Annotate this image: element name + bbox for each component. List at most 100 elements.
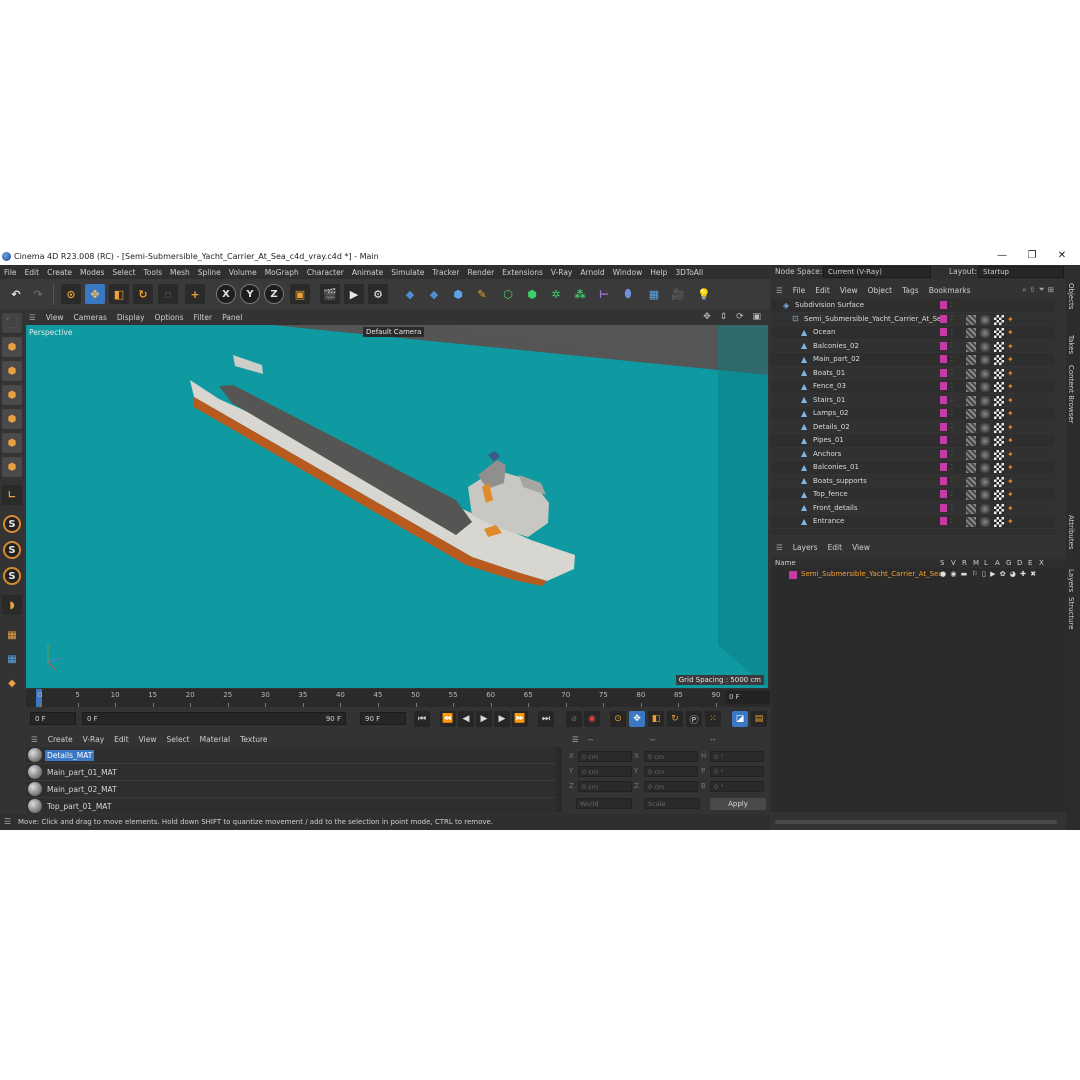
previous-key-icon[interactable]: ⏪	[440, 711, 456, 727]
go-to-start-icon[interactable]: ⏮	[414, 711, 430, 727]
viewport-navigation-icons[interactable]: ✥ ⇕ ⟳ ▣	[703, 312, 764, 322]
phong-tag-icon[interactable]: ✦	[1007, 436, 1017, 446]
layer-row[interactable]: Semi_Submersible_Yacht_Carrier_At_Sea ● ◉…	[771, 568, 1066, 582]
object-row[interactable]: ▲ Front_details ⁚ ✦	[771, 501, 1055, 515]
material-tag-icon[interactable]	[980, 422, 990, 433]
material-row[interactable]: Main_part_01_MAT	[26, 764, 556, 781]
visibility-dots-icon[interactable]: ⁚	[951, 356, 953, 363]
phong-tag-icon[interactable]: ✦	[1007, 463, 1017, 473]
position-key-icon[interactable]: ✥	[629, 711, 645, 727]
coordinate-value-field[interactable]: 0 cm	[644, 751, 698, 762]
material-tag-icon[interactable]	[966, 449, 976, 460]
viewport-menu-view[interactable]: View	[41, 313, 69, 322]
material-tag-icon[interactable]	[980, 395, 990, 406]
material-tag-icon[interactable]	[994, 341, 1004, 352]
coordinate-value-field[interactable]: 0 cm	[578, 781, 632, 792]
object-row[interactable]: ▲ Fence_03 ⁚ ✦	[771, 380, 1055, 394]
side-tab-takes[interactable]: Takes	[1067, 335, 1075, 354]
menu-edit[interactable]: Edit	[21, 268, 44, 277]
coordinate-value-field[interactable]: 0 cm	[578, 751, 632, 762]
material-tag-icon[interactable]	[966, 422, 976, 433]
viewport-menu-options[interactable]: Options	[150, 313, 189, 322]
object-manager-tools-icons[interactable]: ⌕⇧⏷⊞	[1017, 285, 1062, 295]
material-tag-icon[interactable]	[966, 368, 976, 379]
visibility-dots-icon[interactable]: ⁚	[951, 504, 953, 511]
menu-character[interactable]: Character	[303, 268, 348, 277]
visibility-dots-icon[interactable]: ⁚	[951, 477, 953, 484]
side-tab-objects[interactable]: Objects	[1067, 283, 1075, 309]
object-menu-bookmarks[interactable]: Bookmarks	[924, 286, 976, 295]
menu-tools[interactable]: Tools	[140, 268, 166, 277]
coordinate-value-field[interactable]: 0 °	[710, 781, 764, 792]
material-tag-icon[interactable]	[994, 328, 1004, 338]
material-tag-icon[interactable]	[966, 436, 976, 446]
material-menu-create[interactable]: Create	[43, 735, 78, 744]
field-icon[interactable]: ⬮	[618, 284, 638, 304]
material-tag-icon[interactable]	[994, 409, 1004, 419]
visibility-dots-icon[interactable]: ⁚	[951, 315, 953, 322]
menu-mograph[interactable]: MoGraph	[261, 268, 303, 277]
visibility-dots-icon[interactable]: ⁚	[951, 423, 953, 430]
keyframe-selection-icon[interactable]: ⊙	[610, 711, 626, 727]
menu-animate[interactable]: Animate	[348, 268, 387, 277]
material-menu-texture[interactable]: Texture	[235, 735, 272, 744]
material-tag-icon[interactable]	[980, 409, 990, 419]
viewport-menu-panel[interactable]: Panel	[217, 313, 247, 322]
current-frame-field[interactable]: 0 F	[726, 691, 770, 704]
scale-key-icon[interactable]: ◧	[648, 711, 664, 727]
object-row[interactable]: ▲ Entrance ⁚ ✦	[771, 515, 1055, 529]
phong-tag-icon[interactable]: ✦	[1007, 450, 1017, 460]
phong-tag-icon[interactable]: ✦	[1007, 342, 1017, 352]
phong-tag-icon[interactable]: ✦	[1007, 382, 1017, 392]
menu-v-ray[interactable]: V-Ray	[547, 268, 576, 277]
material-tag-icon[interactable]	[980, 328, 990, 338]
material-tag-icon[interactable]	[980, 436, 990, 446]
phong-tag-icon[interactable]: ✦	[1007, 490, 1017, 500]
material-tag-icon[interactable]	[994, 517, 1004, 527]
visibility-dots-icon[interactable]: ⁚	[951, 329, 953, 336]
pen-spline-icon[interactable]: ✎	[472, 284, 492, 304]
viewport-menu-icon[interactable]: ☰	[24, 313, 41, 322]
material-tag-icon[interactable]	[980, 314, 990, 325]
polygons-mode-icon[interactable]: ⬢	[2, 433, 22, 453]
viewport-menu-filter[interactable]: Filter	[189, 313, 218, 322]
coordinate-space-select[interactable]: World	[576, 798, 632, 809]
material-tag-icon[interactable]	[980, 341, 990, 352]
material-list-scrollbar[interactable]	[556, 747, 562, 813]
material-row[interactable]: Top_part_01_MAT	[26, 798, 556, 813]
material-tag-icon[interactable]	[994, 449, 1004, 460]
material-tag-icon[interactable]	[966, 490, 976, 500]
range-slider[interactable]: 0 F 90 F	[82, 712, 346, 725]
points-mode-icon[interactable]: ⬢	[2, 385, 22, 405]
object-row[interactable]: ▲ Top_fence ⁚ ✦	[771, 488, 1055, 502]
layer-manager-menu-icon[interactable]: ☰	[771, 543, 788, 552]
visibility-dots-icon[interactable]: ⁚	[951, 437, 953, 444]
visibility-dots-icon[interactable]: ⁚	[951, 383, 953, 390]
visibility-dots-icon[interactable]: ⁚	[951, 396, 953, 403]
phong-tag-icon[interactable]: ✦	[1007, 517, 1017, 527]
material-tag-icon[interactable]	[966, 314, 976, 325]
snap-icon[interactable]: S	[3, 515, 21, 533]
phong-tag-icon[interactable]: ✦	[1007, 423, 1017, 433]
material-manager-menu-icon[interactable]: ☰	[26, 735, 43, 744]
texture-mode-icon[interactable]: ⬢	[2, 361, 22, 381]
layer-flag-icons[interactable]: ● ◉ ▬ ⚐ ▯ ▶ ✿ ◕ ✚ ✖	[940, 570, 1037, 578]
add-object-icon[interactable]: +	[185, 284, 205, 304]
layer-menu-edit[interactable]: Edit	[823, 543, 848, 552]
object-row[interactable]: ▲ Stairs_01 ⁚ ✦	[771, 393, 1055, 407]
material-tag-icon[interactable]	[994, 368, 1004, 379]
extrude-icon[interactable]: ⬢	[522, 284, 542, 304]
light-icon[interactable]: 💡	[694, 284, 714, 304]
viewport-menu-display[interactable]: Display	[112, 313, 150, 322]
parameter-key-icon[interactable]: Ⓟ	[686, 711, 702, 727]
side-tab-content-browser[interactable]: Content Browser	[1067, 365, 1075, 423]
phong-tag-icon[interactable]: ✦	[1007, 328, 1017, 338]
material-tag-icon[interactable]	[980, 355, 990, 365]
go-to-end-icon[interactable]: ⏭	[538, 711, 554, 727]
menu-render[interactable]: Render	[463, 268, 498, 277]
menu-window[interactable]: Window	[609, 268, 647, 277]
record-keys-icon[interactable]: ⌀	[566, 711, 582, 727]
material-tag-icon[interactable]	[980, 449, 990, 460]
material-tag-icon[interactable]	[966, 382, 976, 392]
subdivision-icon[interactable]: ⬡	[498, 284, 518, 304]
